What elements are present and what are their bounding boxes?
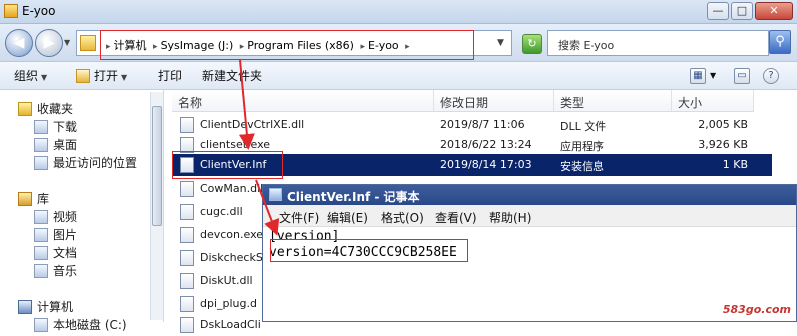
nav-item-videos[interactable]: 视频 <box>34 208 77 225</box>
print-button[interactable]: 打印 <box>158 67 182 84</box>
file-row[interactable]: ClientDevCtrlXE.dll 2019/8/7 11:06 DLL 文… <box>172 114 772 136</box>
refresh-button[interactable]: ↻ <box>522 34 542 54</box>
picture-icon <box>34 228 48 242</box>
menu-view[interactable]: 查看(V) <box>435 209 477 226</box>
view-options-icon[interactable]: ▦ <box>690 68 706 84</box>
column-header-type[interactable]: 类型 <box>554 90 672 112</box>
menu-edit[interactable]: 编辑(E) <box>327 209 368 226</box>
dll-file-icon <box>180 273 194 289</box>
computer-icon <box>18 300 32 314</box>
notepad-menubar: 文件(F) 编辑(E) 格式(O) 查看(V) 帮助(H) <box>263 205 796 227</box>
column-header-size[interactable]: 大小 <box>672 90 754 112</box>
search-input[interactable]: 搜索 E-yoo <box>547 30 769 56</box>
window-titlebar[interactable]: E-yoo — □ ✕ <box>0 0 797 24</box>
document-icon <box>34 246 48 260</box>
recent-pages-dropdown[interactable]: ▼ <box>64 38 70 47</box>
nav-libraries[interactable]: 库 <box>18 190 49 207</box>
dll-file-icon <box>180 296 194 312</box>
dll-file-icon <box>180 181 194 197</box>
watermark: 583go.com <box>722 303 791 316</box>
navigation-pane: 收藏夹 下载 桌面 最近访问的位置 库 视频 图片 文档 音乐 计算机 本地磁盘… <box>0 90 164 332</box>
music-icon <box>34 264 48 278</box>
open-icon <box>76 69 90 83</box>
star-icon <box>18 102 32 116</box>
organize-button[interactable]: 组织 ▼ <box>14 67 47 84</box>
maximize-button[interactable]: □ <box>731 2 753 20</box>
menu-file[interactable]: 文件(F) <box>279 209 319 226</box>
nav-item-pictures[interactable]: 图片 <box>34 226 77 243</box>
search-placeholder: 搜索 E-yoo <box>558 39 615 52</box>
help-icon[interactable]: ? <box>763 68 779 84</box>
annotation-box-selected-file <box>172 151 283 179</box>
view-options-dropdown[interactable]: ▼ <box>710 71 716 80</box>
nav-item-documents[interactable]: 文档 <box>34 244 77 261</box>
window-title: E-yoo <box>22 4 56 18</box>
nav-computer[interactable]: 计算机 <box>18 298 73 315</box>
library-icon <box>18 192 32 206</box>
exe-file-icon <box>180 227 194 243</box>
nav-scrollbar-thumb[interactable] <box>152 106 162 226</box>
annotation-box-address <box>100 30 474 60</box>
nav-item-local-disk[interactable]: 本地磁盘 (C:) <box>34 316 127 333</box>
dll-file-icon <box>180 204 194 220</box>
address-dropdown[interactable]: ▼ <box>497 38 504 48</box>
video-icon <box>34 210 48 224</box>
preview-pane-icon[interactable]: ▭ <box>734 68 750 84</box>
recent-places-icon <box>34 156 48 170</box>
dll-file-icon <box>180 317 194 333</box>
nav-favorites[interactable]: 收藏夹 <box>18 100 73 117</box>
nav-item-music[interactable]: 音乐 <box>34 262 77 279</box>
new-folder-button[interactable]: 新建文件夹 <box>202 67 262 84</box>
disk-icon <box>34 318 48 332</box>
folder-icon <box>4 4 18 18</box>
nav-item-downloads[interactable]: 下载 <box>34 118 77 135</box>
close-button[interactable]: ✕ <box>755 2 793 20</box>
folder-icon <box>80 35 96 51</box>
open-button[interactable]: 打开 ▼ <box>76 67 127 84</box>
dll-file-icon <box>180 117 194 133</box>
download-folder-icon <box>34 120 48 134</box>
nav-item-recent-places[interactable]: 最近访问的位置 <box>34 154 137 171</box>
menu-format[interactable]: 格式(O) <box>381 209 424 226</box>
forward-button[interactable]: ▶ <box>35 29 63 57</box>
command-toolbar: 组织 ▼ 打开 ▼ 打印 新建文件夹 ▦ ▼ ▭ ? <box>0 62 797 90</box>
notepad-title: ClientVer.Inf - 记事本 <box>287 190 420 204</box>
annotation-box-version <box>270 239 468 262</box>
column-header-date[interactable]: 修改日期 <box>434 90 554 112</box>
nav-scrollbar[interactable] <box>150 92 163 320</box>
notepad-titlebar[interactable]: ClientVer.Inf - 记事本 <box>263 185 796 205</box>
notepad-icon <box>269 188 282 201</box>
menu-help[interactable]: 帮助(H) <box>489 209 531 226</box>
column-header-name[interactable]: 名称 <box>172 90 434 112</box>
nav-item-desktop[interactable]: 桌面 <box>34 136 77 153</box>
back-button[interactable]: ◀ <box>5 29 33 57</box>
desktop-icon <box>34 138 48 152</box>
minimize-button[interactable]: — <box>707 2 729 20</box>
search-icon[interactable]: ⚲ <box>769 30 791 54</box>
exe-file-icon <box>180 250 194 266</box>
